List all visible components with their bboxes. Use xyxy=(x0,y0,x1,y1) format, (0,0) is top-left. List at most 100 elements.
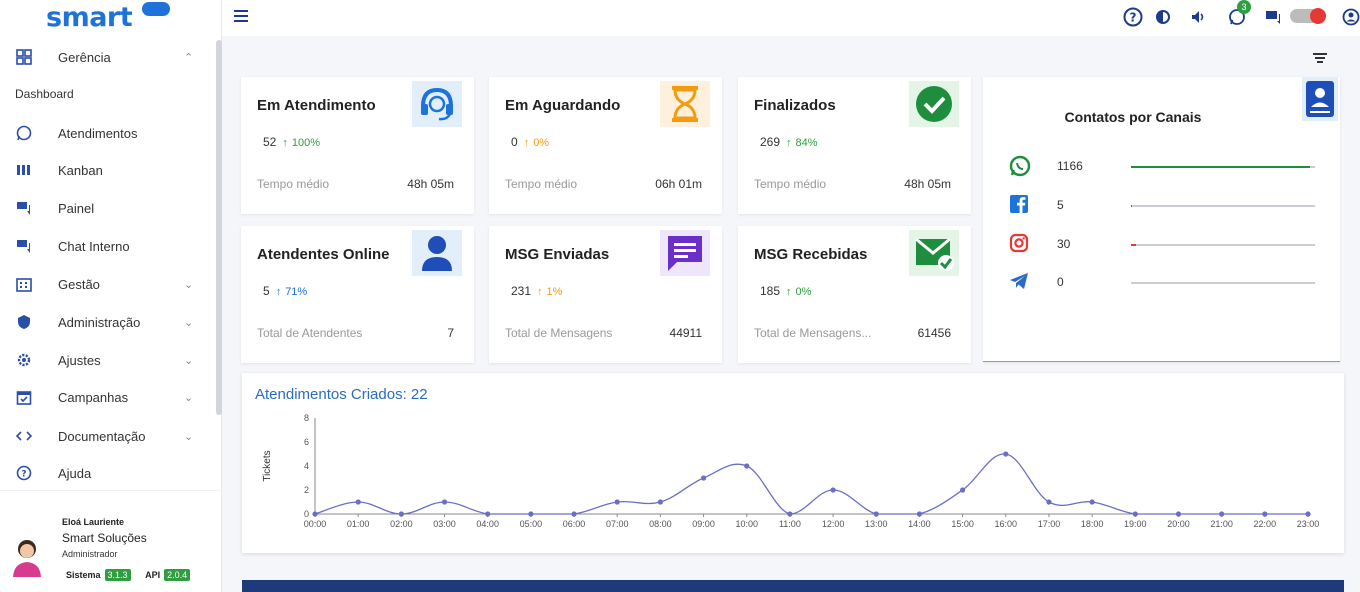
x-tick-label: 09:00 xyxy=(692,519,715,529)
arrow-up-icon: ↑ xyxy=(275,286,282,298)
stat-card-msg-enviadas[interactable]: MSG Enviadas 231 ↑ 1% Total de Mensagens 4… xyxy=(489,226,722,363)
x-tick-label: 16:00 xyxy=(995,519,1018,529)
y-tick-label: 0 xyxy=(304,509,309,519)
shield-icon xyxy=(14,312,34,332)
card-stat-value: 185 xyxy=(760,284,781,298)
sistema-label: Sistema xyxy=(66,570,101,580)
user-panel: Eloá Lauriente Smart Soluções Administra… xyxy=(0,490,222,592)
chart-card: Atendimentos Criados: 22 0 2 4 6 8 Tickets 00:… xyxy=(242,373,1344,553)
stat-card-em-aguardando[interactable]: Em Aguardando 0 ↑ 0% Tempo médio 06h 01m xyxy=(489,77,722,214)
canal-row: 0 xyxy=(1009,271,1319,295)
stat-card-em-atendimento[interactable]: Em Atendimento 52 ↑ 100% Tempo médio 48h 0… xyxy=(241,77,474,214)
x-tick-label: 13:00 xyxy=(865,519,888,529)
chevron-down-icon[interactable]: ⌄ xyxy=(184,391,193,404)
chevron-down-icon[interactable]: ⌄ xyxy=(184,316,193,329)
headset-icon xyxy=(412,81,462,127)
chat-icon xyxy=(14,236,34,256)
notification-badge: 3 xyxy=(1237,0,1251,14)
card-footer-value: 48h 05m xyxy=(904,177,951,191)
x-tick-label: 10:00 xyxy=(735,519,758,529)
card-footer-label: Total de Atendentes xyxy=(257,326,363,340)
data-point xyxy=(1219,511,1225,517)
data-point xyxy=(571,511,577,517)
card-stat-percent: 0% xyxy=(795,286,812,298)
card-stat-value: 231 xyxy=(511,284,532,298)
user-org: Smart Soluções xyxy=(62,531,147,545)
chevron-up-icon[interactable]: ⌃ xyxy=(184,51,193,64)
brightness-icon[interactable] xyxy=(1152,6,1174,28)
sidebar-item-gest-o[interactable]: Gestão ⌄ xyxy=(0,268,210,300)
chevron-down-icon[interactable]: ⌄ xyxy=(184,354,193,367)
card-title: Atendentes Online xyxy=(257,246,390,263)
logo[interactable]: smart xyxy=(46,2,133,33)
data-point xyxy=(744,463,750,469)
x-tick-label: 21:00 xyxy=(1210,519,1233,529)
arrow-up-icon: ↑ xyxy=(282,137,288,149)
data-point xyxy=(1262,511,1268,517)
sidebar-item-atendimentos[interactable]: Atendimentos xyxy=(0,117,210,149)
data-point xyxy=(787,511,793,517)
sidebar-item-chat-interno[interactable]: Chat Interno xyxy=(0,230,210,262)
status-toggle[interactable] xyxy=(1290,8,1326,24)
x-tick-label: 02:00 xyxy=(390,519,413,529)
menu-icon[interactable] xyxy=(234,10,248,22)
sidebar-item-label: Ajustes xyxy=(58,352,101,368)
chevron-down-icon[interactable]: ⌄ xyxy=(184,430,193,443)
data-point xyxy=(1089,499,1095,505)
x-tick-label: 19:00 xyxy=(1124,519,1147,529)
account-icon[interactable] xyxy=(1340,6,1360,28)
message-icon xyxy=(660,230,710,276)
avatar[interactable] xyxy=(10,537,44,577)
chat-icon[interactable] xyxy=(1262,6,1284,28)
stat-card-atendentes-online[interactable]: Atendentes Online 5 ↑ 71% Total de Atenden… xyxy=(241,226,474,363)
check-circle-icon xyxy=(909,81,959,127)
sidebar-item-documenta-o[interactable]: Documentação ⌄ xyxy=(0,420,210,452)
canal-row: 5 xyxy=(1009,194,1319,218)
data-point xyxy=(1175,511,1182,517)
sidebar-item-ajuda[interactable]: ? Ajuda xyxy=(0,457,210,489)
version-info: Sistema 3.1.3 API 2.0.4 xyxy=(66,569,191,581)
user-role: Administrador xyxy=(62,549,118,559)
stat-card-msg-recebidas[interactable]: MSG Recebidas 185 ↑ 0% Total de Mensagens.… xyxy=(738,226,971,363)
canal-bar-track xyxy=(1131,282,1315,284)
x-tick-label: 11:00 xyxy=(779,519,801,529)
data-point xyxy=(441,499,448,505)
data-point xyxy=(1003,451,1009,457)
card-stat: 269 ↑ 84% xyxy=(760,135,818,149)
whatsapp-icon xyxy=(14,123,34,143)
canal-bar-fill xyxy=(1131,244,1136,246)
sidebar-item-label: Gestão xyxy=(58,276,100,292)
sidebar-item-kanban[interactable]: Kanban xyxy=(0,154,210,186)
data-point xyxy=(312,511,318,517)
sidebar-item-ajustes[interactable]: Ajustes ⌄ xyxy=(0,344,210,376)
x-tick-label: 05:00 xyxy=(520,519,543,529)
data-point xyxy=(614,499,620,505)
sidebar-item-ger-ncia[interactable]: Gerência ⌃ xyxy=(0,41,210,73)
api-label: API xyxy=(145,570,161,580)
card-stat-percent: 100% xyxy=(291,137,320,149)
mail-check-icon xyxy=(909,230,959,276)
user-name: Eloá Lauriente xyxy=(62,517,125,527)
sidebar-item-painel[interactable]: Painel xyxy=(0,192,210,224)
card-title: MSG Recebidas xyxy=(754,246,868,263)
sidebar-item-label: Campanhas xyxy=(58,389,129,405)
chevron-down-icon[interactable]: ⌄ xyxy=(184,278,193,291)
stat-card-finalizados[interactable]: Finalizados 269 ↑ 84% Tempo médio 48h 05m xyxy=(738,77,971,214)
sidebar-scrollbar[interactable] xyxy=(216,40,222,415)
x-tick-label: 17:00 xyxy=(1038,519,1061,529)
sidebar: smart Gerência ⌃ Atendimentos Kanban Painel C… xyxy=(0,0,222,592)
canal-row: 1166 xyxy=(1009,155,1319,179)
sidebar-item-label: Painel xyxy=(58,200,95,216)
help-icon[interactable]: ? xyxy=(1122,6,1144,28)
sidebar-item-campanhas[interactable]: Campanhas ⌄ xyxy=(0,381,210,413)
x-tick-label: 00:00 xyxy=(304,519,327,529)
sidebar-item-label: Chat Interno xyxy=(58,238,130,254)
sidebar-item-dashboard[interactable]: Dashboard xyxy=(15,87,74,101)
card-footer-label: Total de Mensagens... xyxy=(754,326,872,340)
person-icon xyxy=(412,230,462,276)
volume-icon[interactable] xyxy=(1188,6,1210,28)
canal-count: 5 xyxy=(1057,198,1064,212)
data-point xyxy=(1046,499,1052,505)
filter-icon[interactable] xyxy=(1313,53,1327,63)
sidebar-item-administra-o[interactable]: Administração ⌄ xyxy=(0,306,210,338)
